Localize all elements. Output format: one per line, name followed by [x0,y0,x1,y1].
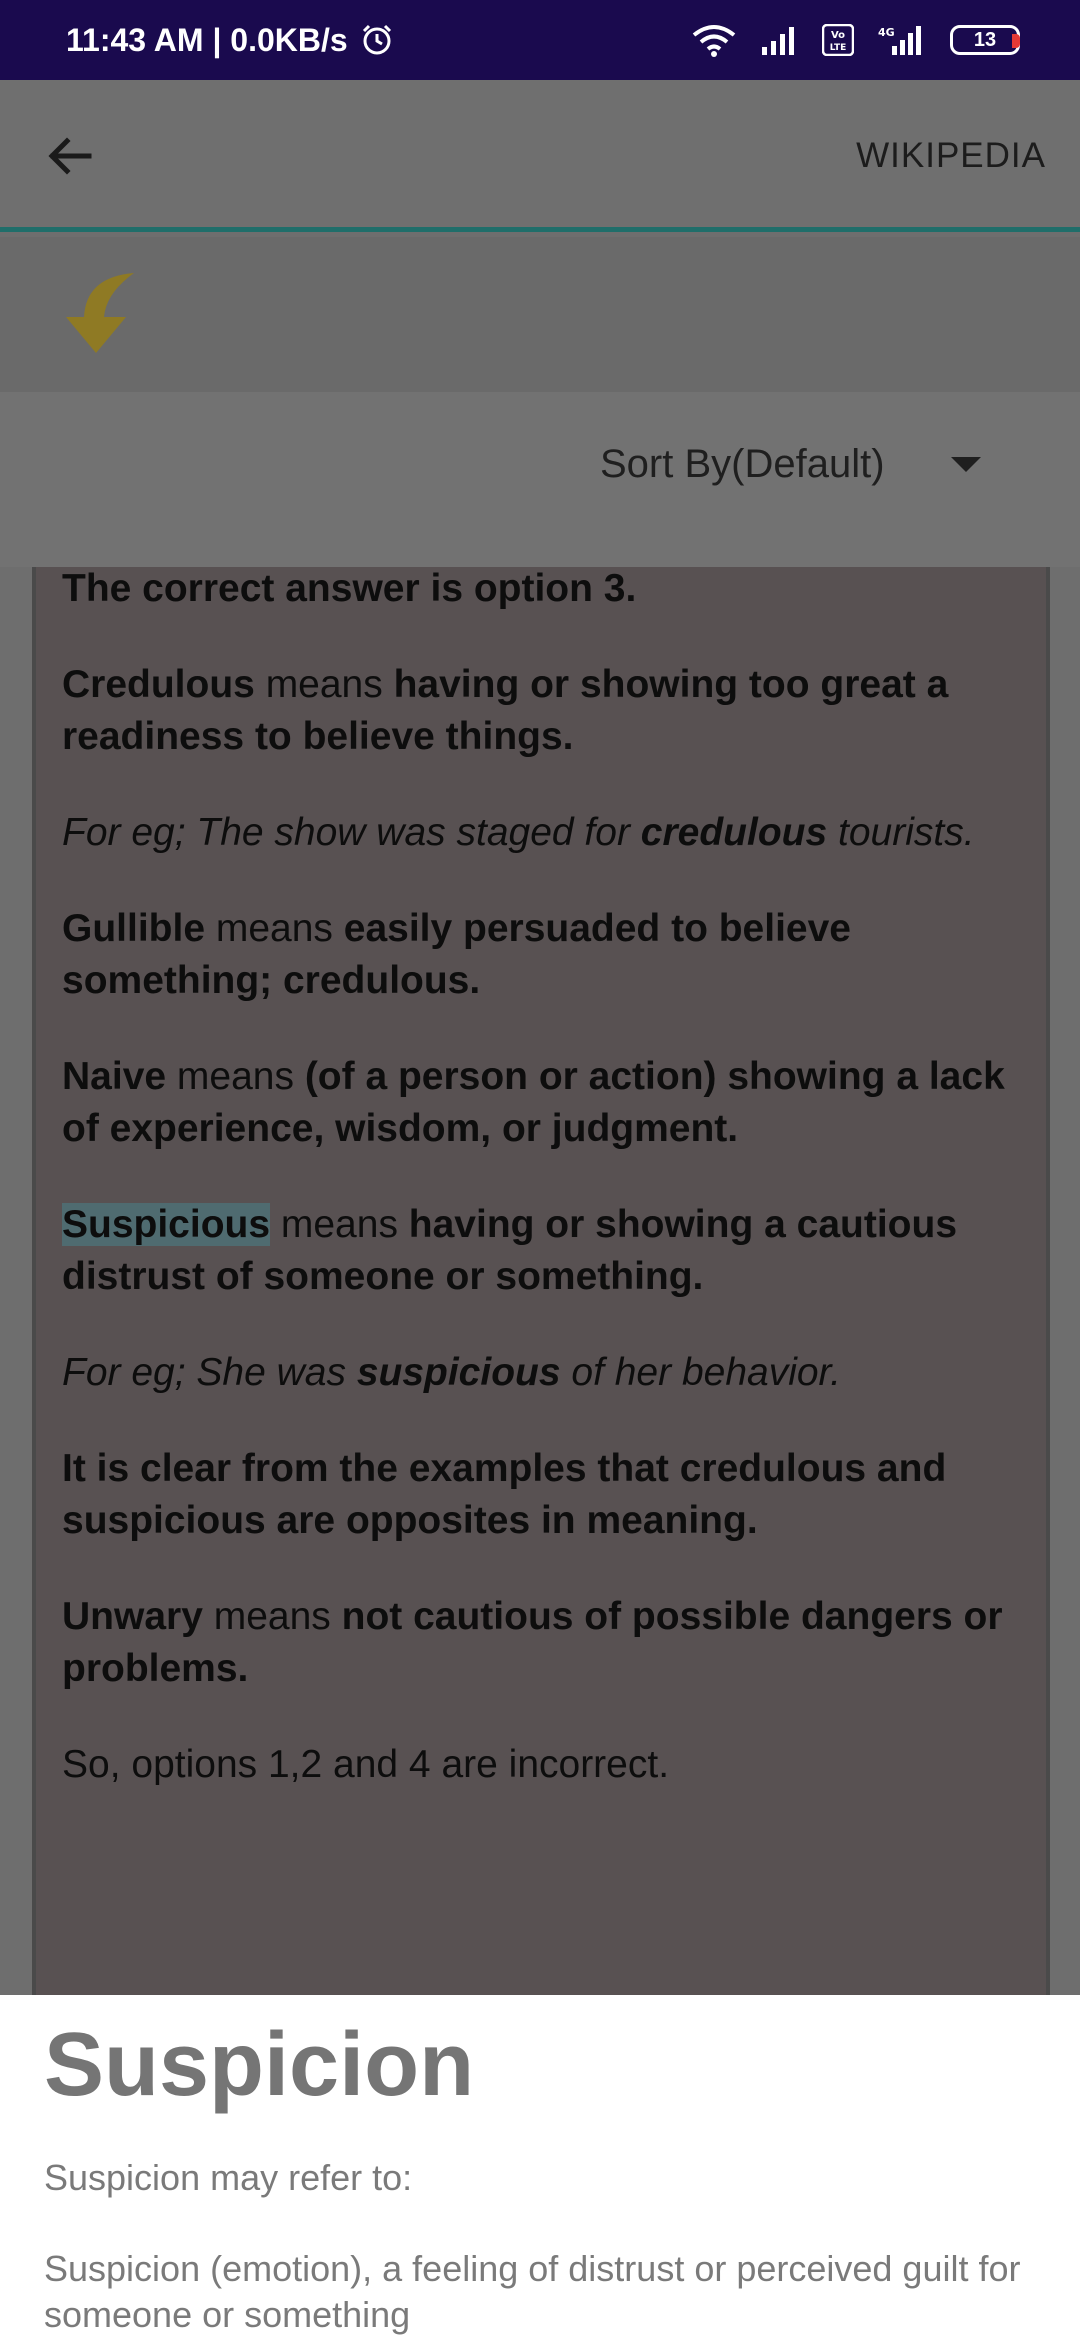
explanation-text: The correct answer is option 3. Credulou… [62,567,1046,1835]
battery-indicator: 13 [950,25,1020,55]
credulous-paragraph: Credulous means having or showing too gr… [62,663,949,758]
alarm-icon [360,23,394,57]
sort-row: Sort By(Default) [0,392,1080,567]
status-right: Vo LTE 4G 13 [690,23,1020,57]
incorrect-options-line: So, options 1,2 and 4 are incorrect. [62,1743,670,1786]
wiki-intro: Suspicion may refer to: [44,2157,413,2198]
unwary-paragraph: Unwary means not cautious of possible da… [62,1595,1003,1690]
explanation-card: The correct answer is option 3. Credulou… [32,567,1050,1995]
wikipedia-source-label[interactable]: WIKIPEDIA [856,136,1046,176]
svg-text:LTE: LTE [830,43,847,53]
naive-paragraph: Naive means (of a person or action) show… [62,1055,1005,1150]
battery-level: 13 [973,28,997,51]
conclusion-paragraph: It is clear from the examples that credu… [62,1447,947,1542]
wikipedia-bottom-sheet[interactable]: Suspicion Suspicion may refer to: Suspic… [0,1995,1080,2340]
selected-word[interactable]: Suspicious [62,1203,271,1246]
signal-icon [760,25,800,55]
sort-label: Sort By(Default) [600,442,885,486]
arrow-left-icon [48,137,92,175]
app-bar: WIKIPEDIA [0,80,1080,232]
volte-icon: Vo LTE [822,24,854,56]
curved-arrow-down-icon[interactable] [56,267,146,357]
svg-text:Vo: Vo [831,30,845,41]
wifi-icon [690,23,738,57]
answer-line: The correct answer is option 3. [62,567,637,610]
network-4g-signal-icon: 4G [876,24,928,56]
tool-row [0,237,1080,392]
caret-down-icon [950,457,981,472]
back-button[interactable] [40,126,100,186]
sort-dropdown[interactable]: Sort By(Default) [600,442,981,487]
example-1: For eg; The show was staged for credulou… [62,811,975,854]
example-2: For eg; She was suspicious of her behavi… [62,1351,841,1394]
status-left: 11:43 AM | 0.0KB/s [66,22,394,59]
wiki-item[interactable]: Suspicion (emotion), a feeling of distru… [44,2246,1036,2338]
svg-text:4G: 4G [878,26,895,39]
status-time: 11:43 AM | 0.0KB/s [66,21,348,58]
wiki-title: Suspicion [44,2015,475,2115]
gullible-paragraph: Gullible means easily persuaded to belie… [62,907,851,1002]
status-bar: 11:43 AM | 0.0KB/s Vo LTE 4G 13 [0,0,1080,80]
suspicious-paragraph: Suspicious means having or showing a cau… [62,1203,958,1298]
